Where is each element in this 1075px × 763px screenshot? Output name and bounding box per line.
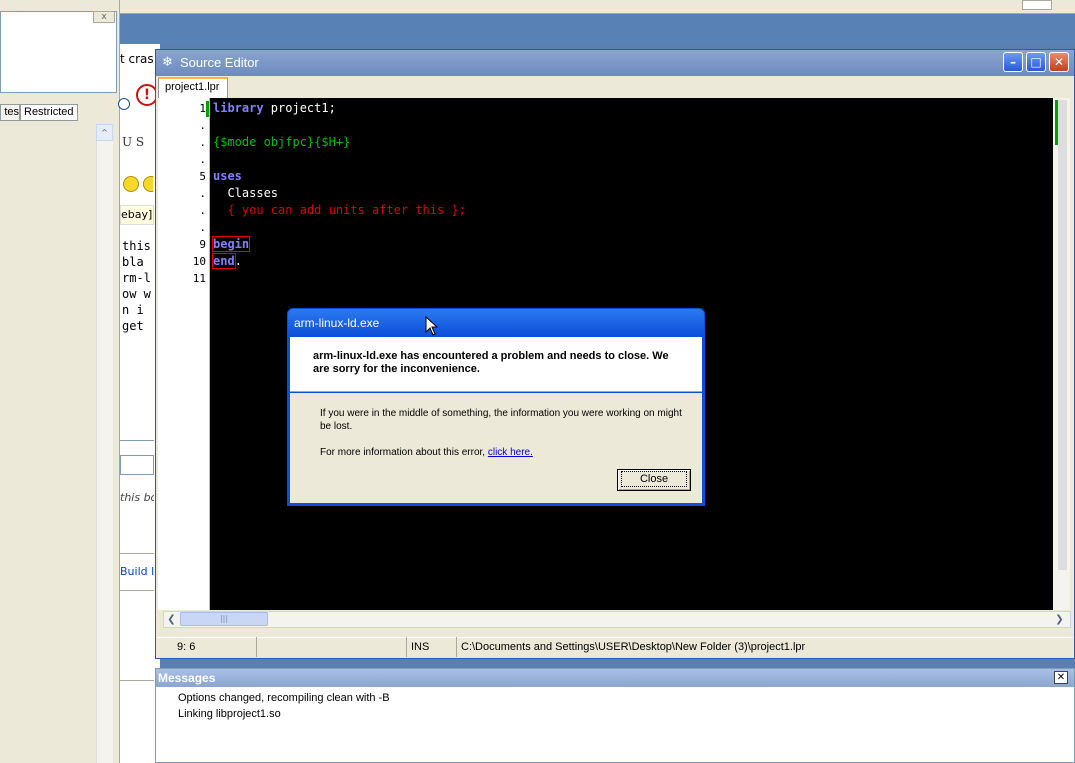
dialog-info: If you were in the middle of something, … — [320, 408, 682, 432]
tab-restricted[interactable]: Restricted — [20, 104, 78, 121]
status-spacer — [257, 637, 407, 657]
line-number: 10 — [192, 255, 206, 268]
background-radio[interactable] — [118, 98, 130, 110]
vertical-scroll-marker — [1055, 100, 1058, 145]
format-buttons[interactable]: U S — [122, 135, 144, 149]
minimize-button[interactable]: – — [1003, 52, 1023, 72]
scroll-left-icon[interactable]: ❮ — [164, 612, 179, 627]
message-line[interactable]: Linking libproject1.so — [178, 706, 281, 722]
line-number: . — [199, 204, 206, 217]
close-button[interactable]: ✕ — [1049, 52, 1069, 72]
dialog-title[interactable]: arm-linux-ld.exe — [288, 309, 704, 337]
background-italic-text: this bo — [120, 491, 154, 504]
scroll-right-icon[interactable]: ❯ — [1052, 612, 1067, 627]
line-number: . — [199, 136, 206, 149]
message-line[interactable]: Options changed, recompiling clean with … — [178, 690, 390, 706]
modified-marker — [206, 101, 209, 117]
click-here-link[interactable]: click here. — [488, 447, 533, 458]
app-icon: ❄ — [162, 55, 173, 70]
dialog-message: arm-linux-ld.exe has encountered a probl… — [313, 350, 669, 375]
messages-title: Messages — [156, 669, 1074, 687]
line-number: . — [199, 119, 206, 132]
line-number: 11 — [192, 272, 206, 285]
horizontal-scroll-thumb[interactable]: ||| — [180, 612, 268, 626]
tab-partial[interactable]: tes — [0, 104, 20, 121]
dialog-more-info: For more information about this error, c… — [320, 446, 690, 459]
code-token: Classes — [213, 186, 279, 200]
code-token: { you can add units after this }; — [213, 203, 466, 217]
code-token: {$mode objfpc}{$H+} — [213, 135, 351, 149]
messages-close-icon[interactable]: ✕ — [1054, 671, 1068, 684]
background-text-line: ow w — [122, 287, 151, 301]
background-input[interactable] — [120, 455, 154, 475]
code-line[interactable]: { you can add units after this }; — [213, 202, 466, 219]
background-ebay-field: ebay]l — [120, 205, 154, 225]
scroll-up-icon[interactable]: ^ — [96, 124, 113, 141]
line-number: 9 — [199, 238, 206, 251]
horizontal-scrollbar[interactable] — [163, 611, 1071, 628]
background-text-line: get — [122, 319, 144, 333]
dialog-close-label: Close — [620, 471, 688, 487]
line-number: 5 — [199, 170, 206, 183]
code-token: begin — [211, 236, 251, 252]
status-file-path: C:\Documents and Settings\USER\Desktop\N… — [461, 641, 806, 653]
background-field — [1022, 0, 1052, 10]
smiley-icon[interactable] — [123, 176, 139, 192]
background-divider — [120, 680, 154, 681]
code-line[interactable]: uses — [213, 168, 242, 185]
background-text-line: bla — [122, 255, 144, 269]
background-text-line: rm-l — [122, 271, 151, 285]
code-line[interactable]: {$mode objfpc}{$H+} — [213, 134, 350, 151]
background-divider — [120, 553, 154, 554]
line-number: . — [199, 187, 206, 200]
background-divider — [120, 590, 154, 591]
code-line[interactable]: library project1; — [213, 100, 336, 117]
background-text-line: n i — [122, 303, 144, 317]
code-line[interactable]: begin — [211, 236, 251, 253]
left-panel-close-icon[interactable]: x — [93, 11, 115, 23]
build-link[interactable]: Build l — [120, 565, 154, 578]
dialog-more-prefix: For more information about this error, — [320, 447, 488, 458]
status-cursor-position: 9: 6 — [157, 637, 257, 657]
editor-tabbar — [157, 76, 1073, 98]
maximize-button[interactable]: □ — [1026, 52, 1046, 72]
code-token: . — [234, 254, 242, 268]
smiley-icon[interactable] — [143, 176, 153, 192]
code-token: end — [212, 253, 236, 269]
line-number: . — [199, 153, 206, 166]
code-line[interactable]: Classes — [213, 185, 278, 202]
code-token: library — [213, 101, 264, 115]
status-insert-mode: INS — [407, 637, 457, 657]
background-window-body — [120, 44, 160, 763]
background-titlebar — [120, 14, 1075, 44]
code-line[interactable]: end. — [212, 253, 242, 270]
tab-project1-lpr[interactable]: project1.lpr — [158, 77, 228, 98]
background-window-top — [120, 0, 1075, 14]
left-panel-scrollbar[interactable] — [96, 124, 113, 763]
background-text-line: this — [122, 239, 151, 253]
dialog-close-button[interactable]: Close — [617, 469, 691, 491]
vertical-scroll-track[interactable] — [1058, 100, 1067, 570]
mouse-cursor-icon — [425, 316, 439, 336]
background-snippet: t cras — [120, 52, 154, 66]
background-divider — [120, 440, 154, 454]
line-number: 1 — [199, 102, 206, 115]
code-token: project1; — [263, 101, 336, 115]
source-editor-titlebar[interactable]: Source Editor — [156, 50, 1074, 76]
left-panel-list[interactable] — [0, 11, 117, 93]
code-token: uses — [213, 169, 242, 183]
line-number: . — [199, 221, 206, 234]
